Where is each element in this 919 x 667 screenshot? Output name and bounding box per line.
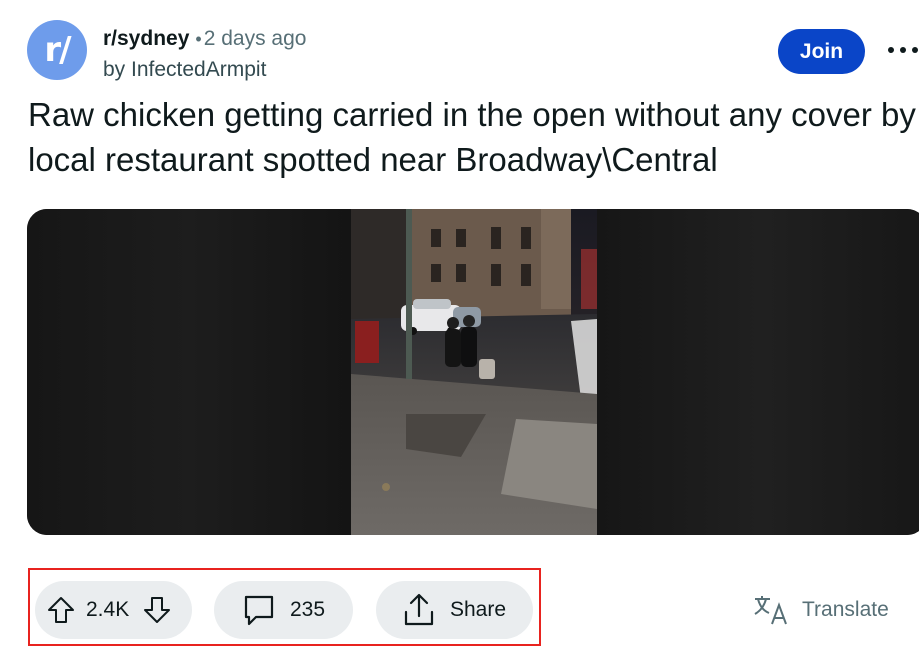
post-media[interactable]	[27, 209, 919, 535]
media-blur-right	[597, 209, 919, 535]
share-button[interactable]: Share	[376, 581, 533, 639]
join-button[interactable]: Join	[778, 29, 865, 74]
vote-pill: 2.4K	[35, 581, 192, 639]
post-title-text: Raw chicken getting carried in the open …	[28, 96, 916, 178]
more-icon[interactable]	[888, 40, 919, 60]
translate-label: Translate	[802, 598, 889, 621]
comment-button[interactable]: 235	[214, 581, 353, 639]
share-label: Share	[450, 598, 507, 621]
meta-separator: •	[195, 29, 202, 49]
post-time: 2 days ago	[203, 27, 307, 50]
translate-icon	[752, 594, 792, 626]
comment-icon	[241, 592, 277, 628]
downvote-icon[interactable]	[141, 594, 173, 626]
share-icon	[401, 592, 437, 628]
subreddit-avatar[interactable]: r/	[27, 20, 87, 80]
media-blur-left	[27, 209, 351, 535]
post-author[interactable]: by InfectedArmpit	[103, 55, 306, 84]
subreddit-name[interactable]: r/sydney	[103, 27, 189, 50]
post-photo	[351, 209, 597, 535]
post-meta: r/sydney •2 days ago by InfectedArmpit	[103, 24, 306, 84]
translate-button[interactable]: Translate	[752, 592, 889, 628]
upvote-icon[interactable]	[45, 594, 77, 626]
upvote-count: 2.4K	[86, 598, 130, 621]
comment-count: 235	[290, 598, 326, 621]
post-title[interactable]: Raw chicken getting carried in the open …	[28, 92, 919, 182]
